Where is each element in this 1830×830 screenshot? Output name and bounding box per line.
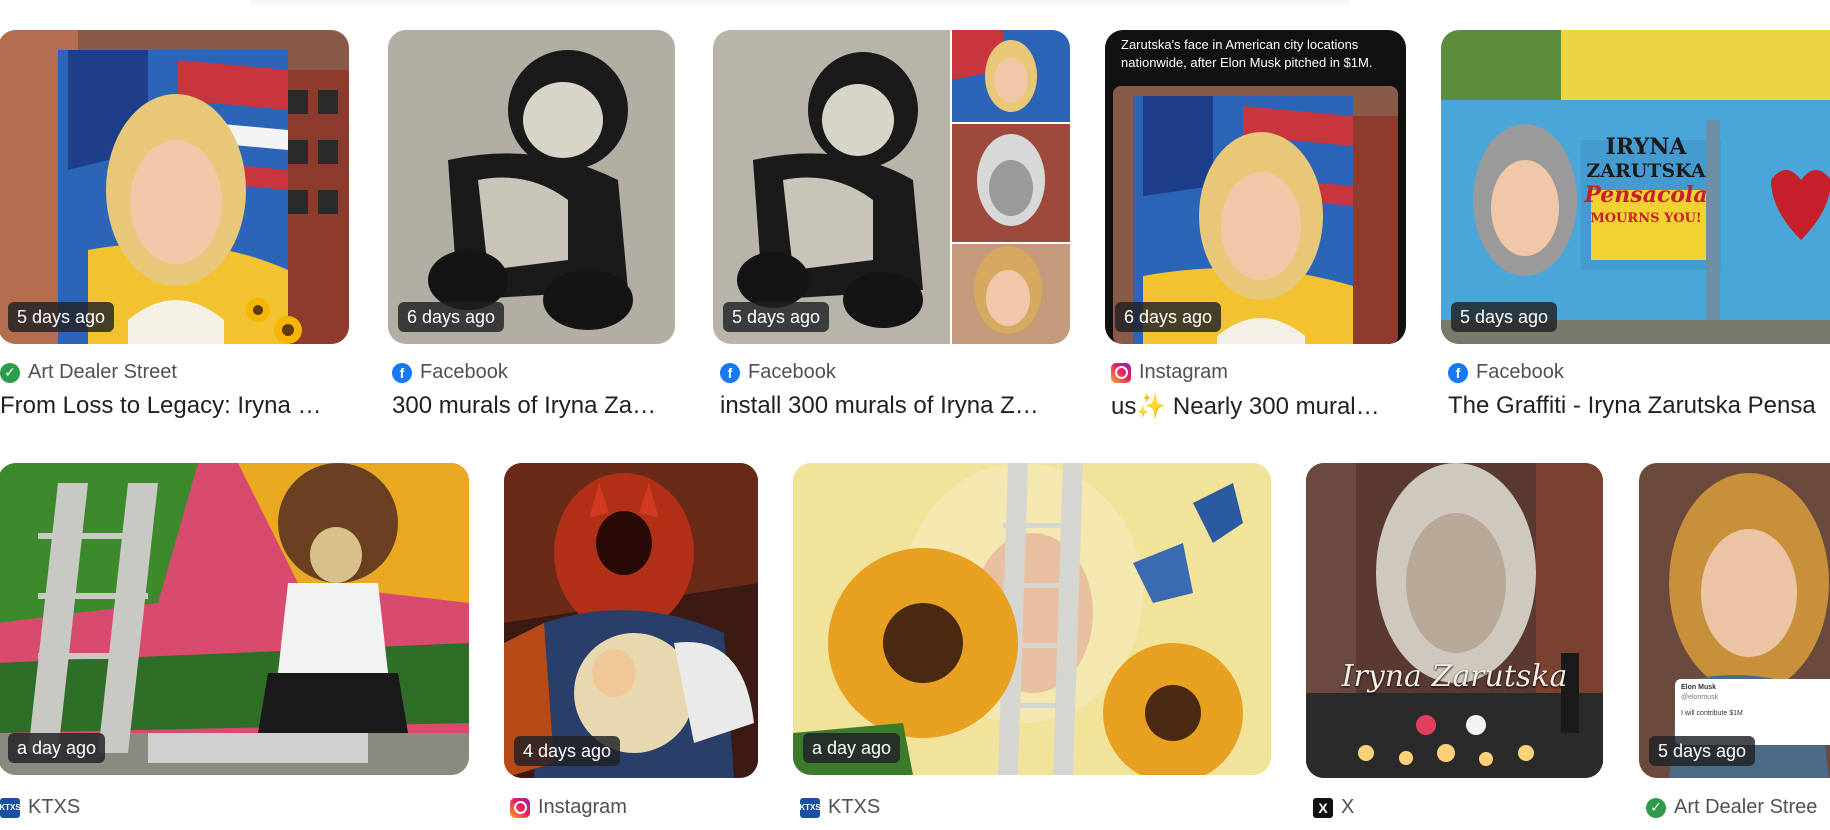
- facebook-icon: f: [392, 362, 412, 383]
- source-label[interactable]: ✓ Art Dealer Stree: [1646, 796, 1817, 819]
- result-thumbnail[interactable]: 6 days ago: [388, 30, 675, 344]
- result-thumbnail[interactable]: 5 days ago: [713, 30, 1070, 344]
- instagram-icon: [1111, 362, 1131, 383]
- result-thumbnail[interactable]: IRYNA ZARUTSKA Pensacola MOURNS YOU! 5 d…: [1441, 30, 1830, 344]
- result-thumbnail[interactable]: Zarutska's face in American city locatio…: [1105, 30, 1406, 344]
- time-badge: a day ago: [8, 733, 106, 763]
- result-title[interactable]: install 300 murals of Iryna Z…: [720, 392, 1060, 420]
- time-badge: 5 days ago: [1451, 302, 1558, 332]
- art-dealer-street-icon: ✓: [0, 362, 20, 383]
- ktxs-icon: KTXS: [0, 797, 21, 818]
- art-dealer-street-icon: ✓: [1646, 797, 1666, 818]
- source-label[interactable]: f Facebook: [720, 361, 836, 384]
- result-title[interactable]: 300 murals of Iryna Za…: [392, 392, 682, 420]
- mural-text: IRYNA ZARUTSKA Pensacola MOURNS YOU!: [1584, 134, 1708, 226]
- result-title[interactable]: From Loss to Legacy: Iryna …: [0, 392, 340, 420]
- facebook-icon: f: [1448, 362, 1468, 383]
- result-title[interactable]: us✨ Nearly 300 mural…: [1111, 392, 1401, 421]
- result-title[interactable]: The Graffiti - Iryna Zarutska Pensa: [1448, 392, 1830, 420]
- time-badge: 5 days ago: [8, 302, 115, 332]
- facebook-icon: f: [720, 362, 740, 383]
- source-label[interactable]: KTXS KTXS: [0, 796, 80, 819]
- result-thumbnail[interactable]: 4 days ago: [504, 463, 758, 778]
- result-thumbnail[interactable]: a day ago: [793, 463, 1271, 775]
- time-badge: a day ago: [803, 733, 901, 763]
- source-label[interactable]: f Facebook: [392, 361, 508, 384]
- source-label[interactable]: X X: [1313, 796, 1354, 819]
- result-thumbnail[interactable]: a day ago: [0, 463, 469, 775]
- header-shadow: [250, 0, 1350, 8]
- source-label[interactable]: ✓ Art Dealer Street: [0, 361, 177, 384]
- mural-text: Iryna Zarutska: [1341, 659, 1568, 694]
- time-badge: 6 days ago: [398, 302, 505, 332]
- source-label[interactable]: Instagram: [510, 796, 627, 819]
- ktxs-icon: KTXS: [799, 797, 821, 818]
- time-badge: 5 days ago: [723, 302, 830, 332]
- source-label[interactable]: f Facebook: [1448, 361, 1564, 384]
- result-thumbnail[interactable]: Iryna Zarutska: [1306, 463, 1603, 778]
- result-thumbnail[interactable]: Elon Musk @elonmusk I will contribute $1…: [1639, 463, 1830, 778]
- source-label[interactable]: Instagram: [1111, 361, 1228, 384]
- time-badge: 6 days ago: [1115, 302, 1222, 332]
- x-icon: X: [1313, 797, 1333, 818]
- source-label[interactable]: KTXS KTXS: [799, 796, 880, 819]
- image-caption: Zarutska's face in American city locatio…: [1121, 37, 1373, 70]
- time-badge: 4 days ago: [514, 736, 621, 766]
- instagram-icon: [510, 797, 530, 818]
- result-thumbnail[interactable]: 5 days ago: [0, 30, 349, 344]
- time-badge: 5 days ago: [1649, 736, 1756, 766]
